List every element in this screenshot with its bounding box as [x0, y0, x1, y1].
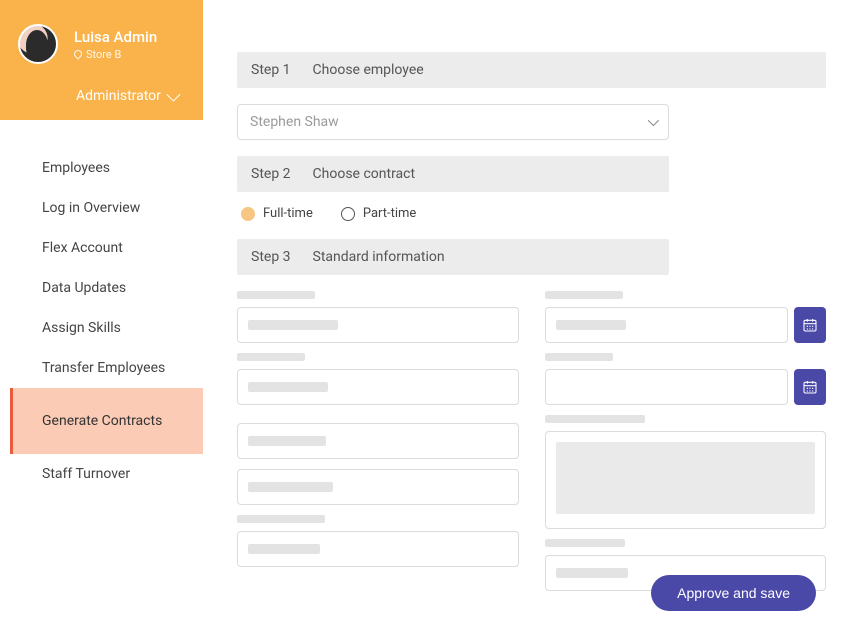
role-label: Administrator	[76, 88, 161, 104]
step3-header: Step 3 Standard information	[237, 239, 669, 275]
text-input[interactable]	[237, 369, 519, 405]
field-left-5	[237, 515, 519, 567]
calendar-button[interactable]	[794, 369, 826, 405]
calendar-icon	[802, 379, 818, 395]
field-right-2	[545, 353, 827, 405]
field-right-1	[545, 291, 827, 343]
profile-location-text: Store B	[86, 48, 121, 61]
sidebar-item-staff-turnover[interactable]: Staff Turnover	[0, 454, 203, 494]
location-pin-icon	[72, 48, 83, 59]
text-input[interactable]	[237, 307, 519, 343]
value-placeholder	[248, 320, 338, 330]
calendar-button[interactable]	[794, 307, 826, 343]
value-placeholder	[248, 482, 333, 492]
sidebar-item-label: Flex Account	[42, 240, 123, 256]
label-placeholder	[545, 415, 645, 423]
value-placeholder	[556, 568, 628, 578]
text-input[interactable]	[237, 469, 519, 505]
sidebar-item-login-overview[interactable]: Log in Overview	[0, 188, 203, 228]
role-dropdown[interactable]: Administrator	[76, 88, 203, 104]
text-input[interactable]	[237, 531, 519, 567]
sidebar-item-label: Data Updates	[42, 280, 126, 296]
field-right-3	[545, 415, 827, 529]
sidebar-item-label: Transfer Employees	[42, 360, 165, 376]
approve-save-button[interactable]: Approve and save	[651, 575, 816, 611]
step2-title: Choose contract	[313, 166, 416, 182]
avatar	[18, 24, 58, 64]
radio-part-time-label: Part-time	[363, 206, 416, 221]
step1-number: Step 1	[251, 62, 291, 78]
sidebar-item-label: Staff Turnover	[42, 466, 130, 482]
radio-part-time[interactable]: Part-time	[341, 206, 416, 221]
date-input[interactable]	[545, 369, 789, 405]
sidebar-item-employees[interactable]: Employees	[0, 148, 203, 188]
sidebar-item-data-updates[interactable]: Data Updates	[0, 268, 203, 308]
field-left-3	[237, 423, 519, 459]
label-placeholder	[237, 291, 315, 299]
sidebar-item-flex-account[interactable]: Flex Account	[0, 228, 203, 268]
sidebar-item-generate-contracts[interactable]: Generate Contracts	[10, 388, 203, 454]
field-left-4	[237, 469, 519, 505]
sidebar-item-label: Generate Contracts	[42, 413, 162, 429]
sidebar-item-assign-skills[interactable]: Assign Skills	[0, 308, 203, 348]
step3-number: Step 3	[251, 249, 291, 265]
chevron-down-icon	[166, 88, 180, 102]
profile-name: Luisa Admin	[74, 28, 157, 46]
chevron-down-icon	[648, 115, 659, 126]
step1-header: Step 1 Choose employee	[237, 52, 826, 88]
step2-header: Step 2 Choose contract	[237, 156, 669, 192]
value-placeholder	[248, 382, 328, 392]
sidebar-item-label: Log in Overview	[42, 200, 140, 216]
main-content: Step 1 Choose employee Stephen Shaw Step…	[203, 0, 844, 629]
value-placeholder	[248, 436, 326, 446]
profile-block: Luisa Admin Store B Administrator	[0, 0, 203, 120]
label-placeholder	[545, 353, 613, 361]
radio-dot-icon	[341, 207, 355, 221]
field-left-1	[237, 291, 519, 343]
employee-select-value: Stephen Shaw	[250, 114, 339, 130]
date-input[interactable]	[545, 307, 789, 343]
radio-full-time[interactable]: Full-time	[241, 206, 313, 221]
value-placeholder	[556, 320, 626, 330]
sidebar-item-transfer-employees[interactable]: Transfer Employees	[0, 348, 203, 388]
textarea-input[interactable]	[545, 431, 827, 529]
calendar-icon	[802, 317, 818, 333]
label-placeholder	[237, 515, 325, 523]
field-left-2	[237, 353, 519, 405]
radio-full-time-label: Full-time	[263, 206, 313, 221]
sidebar-item-label: Assign Skills	[42, 320, 121, 336]
sidebar: Luisa Admin Store B Administrator Employ…	[0, 0, 203, 629]
value-placeholder	[248, 544, 320, 554]
employee-select[interactable]: Stephen Shaw	[237, 104, 669, 140]
label-placeholder	[545, 539, 625, 547]
value-placeholder	[556, 442, 816, 514]
profile-location: Store B	[74, 48, 157, 61]
step2-number: Step 2	[251, 166, 291, 182]
text-input[interactable]	[237, 423, 519, 459]
label-placeholder	[545, 291, 623, 299]
radio-dot-icon	[241, 207, 255, 221]
sidebar-nav: Employees Log in Overview Flex Account D…	[0, 120, 203, 494]
sidebar-item-label: Employees	[42, 160, 110, 176]
step3-title: Standard information	[313, 249, 445, 265]
label-placeholder	[237, 353, 305, 361]
approve-save-label: Approve and save	[677, 585, 790, 601]
step1-title: Choose employee	[313, 62, 424, 78]
